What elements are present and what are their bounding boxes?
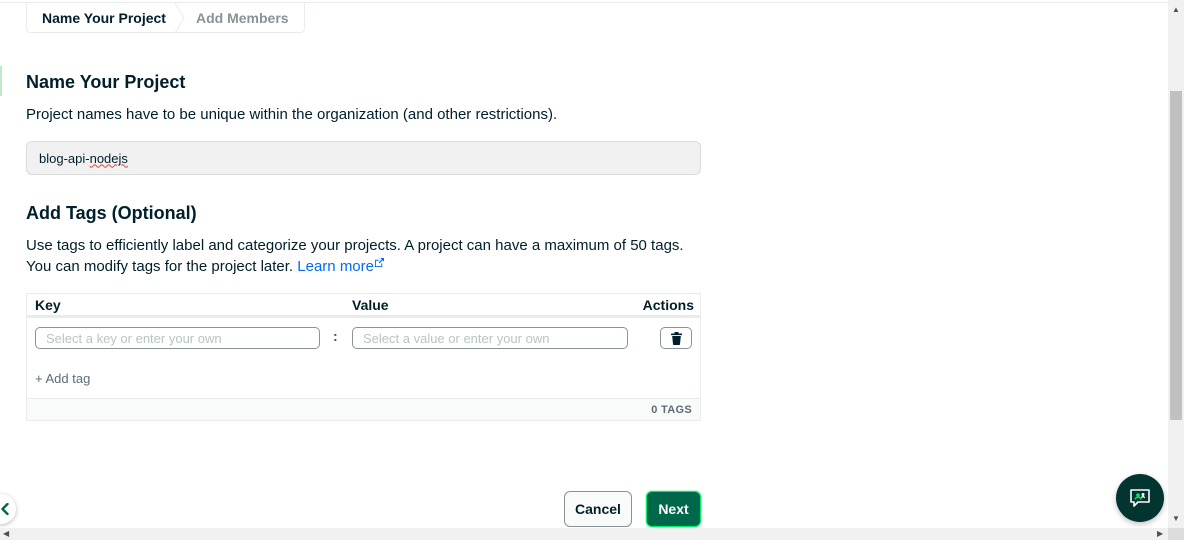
tags-table-footer: 0 TAGS	[27, 398, 700, 420]
step-add-members-label: Add Members	[195, 9, 289, 26]
column-header-value: Value	[352, 297, 389, 313]
cancel-button[interactable]: Cancel	[564, 491, 632, 527]
chat-support-button[interactable]	[1116, 474, 1164, 522]
tag-value-placeholder: Select a value or enter your own	[363, 330, 550, 346]
trash-icon	[670, 331, 682, 345]
external-link-icon	[375, 258, 384, 267]
project-name-input[interactable]: blog-api-nodejs	[26, 141, 701, 175]
name-section-title: Name Your Project	[26, 72, 186, 92]
step-name-project[interactable]: Name Your Project	[27, 3, 180, 32]
scroll-left-arrow[interactable]: ◀	[3, 530, 9, 538]
left-accent-bar	[0, 66, 2, 96]
tag-count: 0 TAGS	[651, 404, 692, 416]
wizard-breadcrumb: Name Your Project Add Members	[26, 3, 305, 33]
tags-table: Key Value Actions Select a key or enter …	[26, 293, 701, 421]
scroll-down-arrow[interactable]: ▼	[1172, 515, 1180, 523]
main-content: Name Your Project Add Members Name Your …	[0, 0, 1168, 528]
step-name-project-label: Name Your Project	[42, 9, 166, 26]
project-name-value-prefix: blog-api-	[39, 150, 90, 166]
add-tag-button[interactable]: + Add tag	[35, 371, 90, 386]
tags-section-title: Add Tags (Optional)	[26, 203, 197, 223]
learn-more-link[interactable]: Learn more	[297, 258, 374, 275]
scroll-right-arrow[interactable]: ▶	[1157, 530, 1163, 538]
name-section-description: Project names have to be unique within t…	[26, 106, 558, 123]
chat-support-icon	[1130, 489, 1150, 507]
key-value-separator: :	[333, 328, 338, 344]
vertical-scrollbar-thumb[interactable]	[1170, 91, 1182, 420]
scroll-up-arrow[interactable]: ▲	[1172, 6, 1180, 14]
chevron-left-icon	[1, 503, 9, 515]
column-header-key: Key	[35, 297, 61, 313]
tag-key-input[interactable]: Select a key or enter your own	[35, 327, 320, 349]
horizontal-scrollbar[interactable]	[0, 528, 1168, 540]
step-add-members[interactable]: Add Members	[180, 3, 289, 32]
scrollbar-corner	[1168, 528, 1184, 540]
column-header-actions: Actions	[642, 297, 694, 313]
tag-value-input[interactable]: Select a value or enter your own	[352, 327, 628, 349]
delete-tag-button[interactable]	[660, 327, 692, 349]
tag-key-placeholder: Select a key or enter your own	[46, 330, 222, 346]
tags-section-description: Use tags to efficiently label and catego…	[26, 235, 706, 277]
next-button[interactable]: Next	[646, 491, 701, 527]
table-header-divider	[27, 315, 700, 318]
project-name-value-spellflag: nodejs	[89, 150, 128, 166]
collapse-panel-button[interactable]	[0, 494, 16, 524]
